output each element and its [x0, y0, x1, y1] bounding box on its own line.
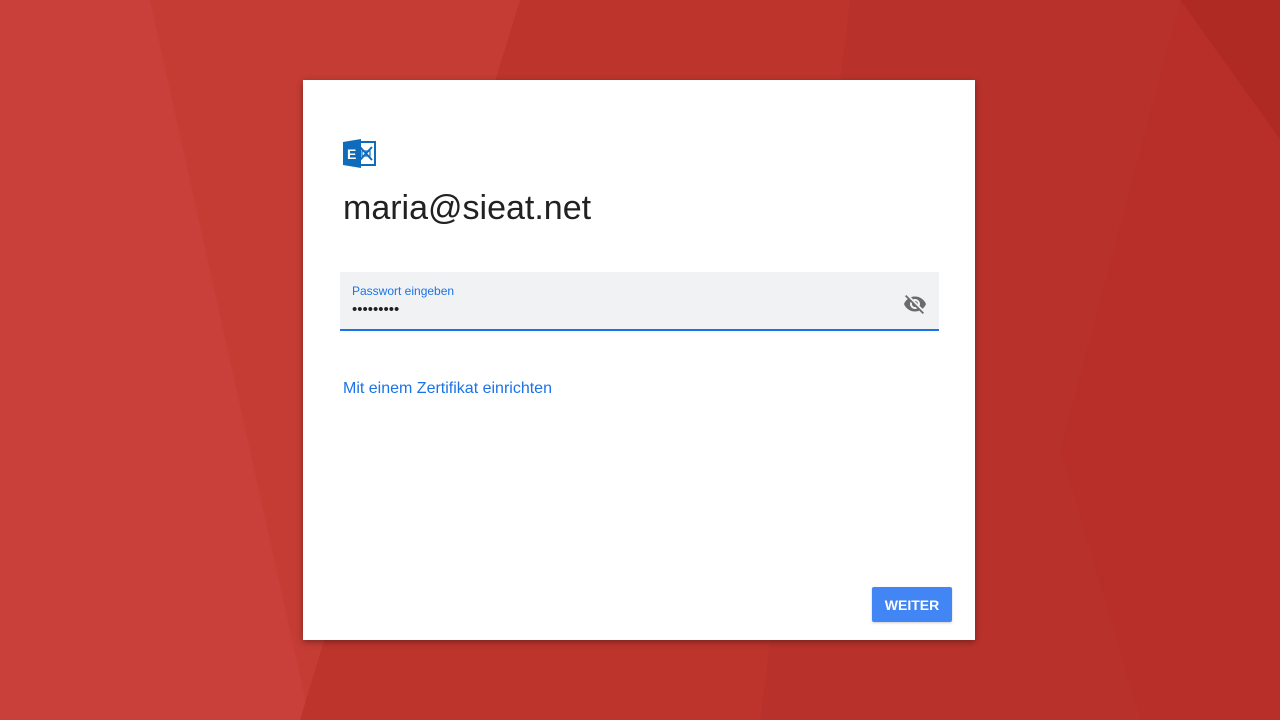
account-email: maria@sieat.net [343, 189, 592, 227]
next-button[interactable]: WEITER [872, 587, 952, 622]
sign-in-card: E maria@sieat.net Passwort eingeben ••••… [303, 80, 975, 640]
password-field[interactable]: Passwort eingeben ••••••••• [340, 272, 939, 331]
exchange-icon: E [343, 139, 376, 168]
password-input[interactable]: ••••••••• [352, 301, 399, 318]
svg-text:E: E [347, 146, 356, 162]
certificate-setup-link[interactable]: Mit einem Zertifikat einrichten [343, 380, 552, 398]
visibility-off-icon[interactable] [903, 292, 927, 316]
password-label: Passwort eingeben [352, 284, 455, 298]
